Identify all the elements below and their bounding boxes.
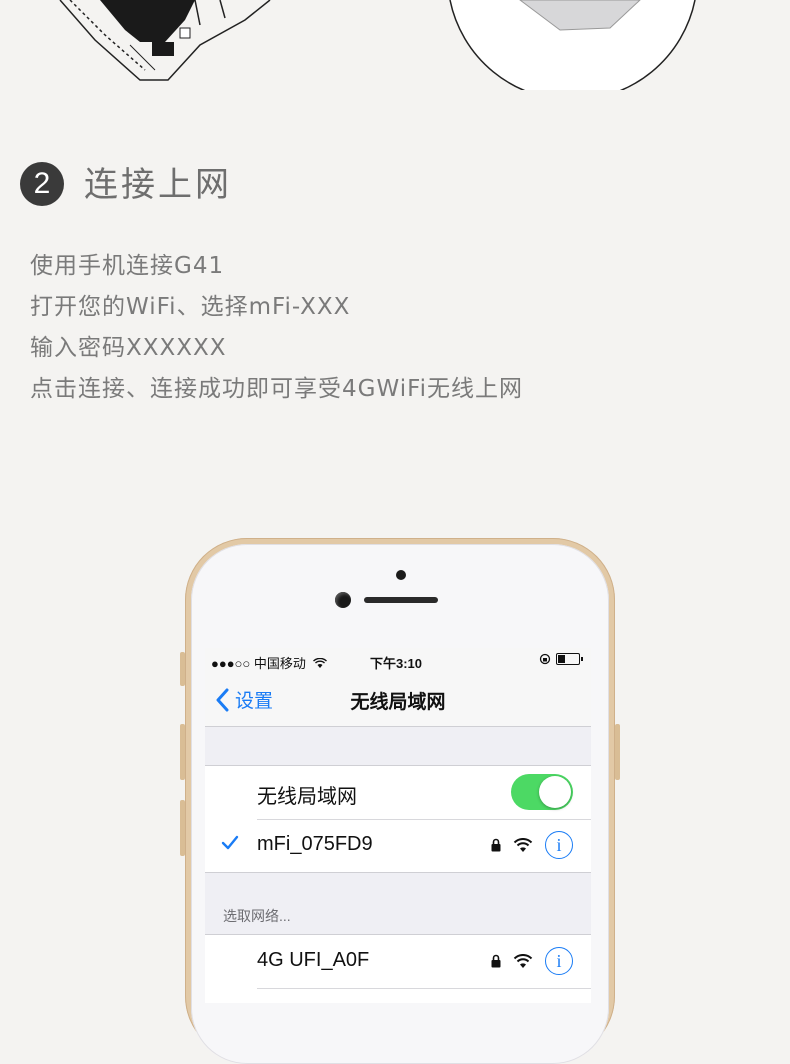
step-title: 连接上网 (84, 165, 232, 205)
connected-network-row[interactable]: mFi_075FD9 i (205, 819, 591, 872)
mute-switch (180, 652, 185, 686)
choose-network-header: 选取网络... (223, 908, 291, 924)
camera-dot (396, 570, 406, 580)
available-networks-group: 4G UFI_A0F i (205, 934, 591, 1003)
phone-screen: ●●●○○ 中国移动 下午3:10 设置 无线局域网 无线局域网 mFi_075… (205, 648, 591, 1003)
instruction-list: 使用手机连接G41 打开您的WiFi、选择mFi-XXX 输入密码XXXXXX … (30, 246, 523, 410)
info-button[interactable]: i (545, 831, 573, 859)
carrier-signal: ●●●○○ 中国移动 (211, 653, 327, 672)
connected-network-name: mFi_075FD9 (257, 833, 373, 855)
instruction-line: 点击连接、连接成功即可享受4GWiFi无线上网 (30, 376, 524, 402)
network-icons: i (491, 947, 573, 975)
lock-icon (491, 954, 501, 968)
wifi-status-icon (312, 657, 327, 668)
nav-title: 无线局域网 (350, 692, 446, 713)
network-name: 4G UFI_A0F (257, 949, 370, 971)
status-time: 下午3:10 (370, 656, 423, 671)
status-right (539, 653, 583, 665)
top-device-illustration (59, 0, 696, 90)
checkmark-icon (221, 835, 239, 850)
wifi-signal-icon (513, 953, 533, 968)
instruction-line: 打开您的WiFi、选择mFi-XXX (30, 294, 351, 320)
wifi-settings-group: 无线局域网 mFi_075FD9 i (205, 765, 591, 873)
rotation-lock-icon (539, 653, 551, 665)
info-button[interactable]: i (545, 947, 573, 975)
status-bar: ●●●○○ 中国移动 下午3:10 (205, 648, 591, 674)
volume-down-button (180, 800, 185, 856)
zoom-circle (449, 0, 696, 90)
lock-icon (491, 838, 501, 852)
battery-icon (556, 653, 580, 665)
power-button (615, 724, 620, 780)
toggle-knob (539, 776, 571, 808)
carrier-label: ●●●○○ 中国移动 (211, 656, 306, 671)
network-row[interactable]: 4G UFI_A0F i (205, 935, 591, 988)
earpiece-speaker (364, 597, 438, 603)
wifi-toggle-switch[interactable] (511, 774, 573, 810)
router-port-2 (179, 27, 191, 39)
battery-tip (581, 657, 583, 661)
front-camera (335, 592, 351, 608)
network-row-partial (205, 988, 591, 1003)
router-port (152, 42, 174, 56)
step-number-badge: 2 (20, 162, 64, 206)
instruction-line: 使用手机连接G41 (30, 253, 225, 279)
wifi-toggle-row: 无线局域网 (205, 766, 591, 819)
navigation-bar: 设置 无线局域网 (205, 674, 591, 727)
network-icons: i (491, 831, 573, 859)
wifi-toggle-label: 无线局域网 (257, 786, 357, 808)
instruction-line: 输入密码XXXXXX (30, 335, 227, 361)
volume-up-button (180, 724, 185, 780)
wifi-signal-icon (513, 837, 533, 852)
